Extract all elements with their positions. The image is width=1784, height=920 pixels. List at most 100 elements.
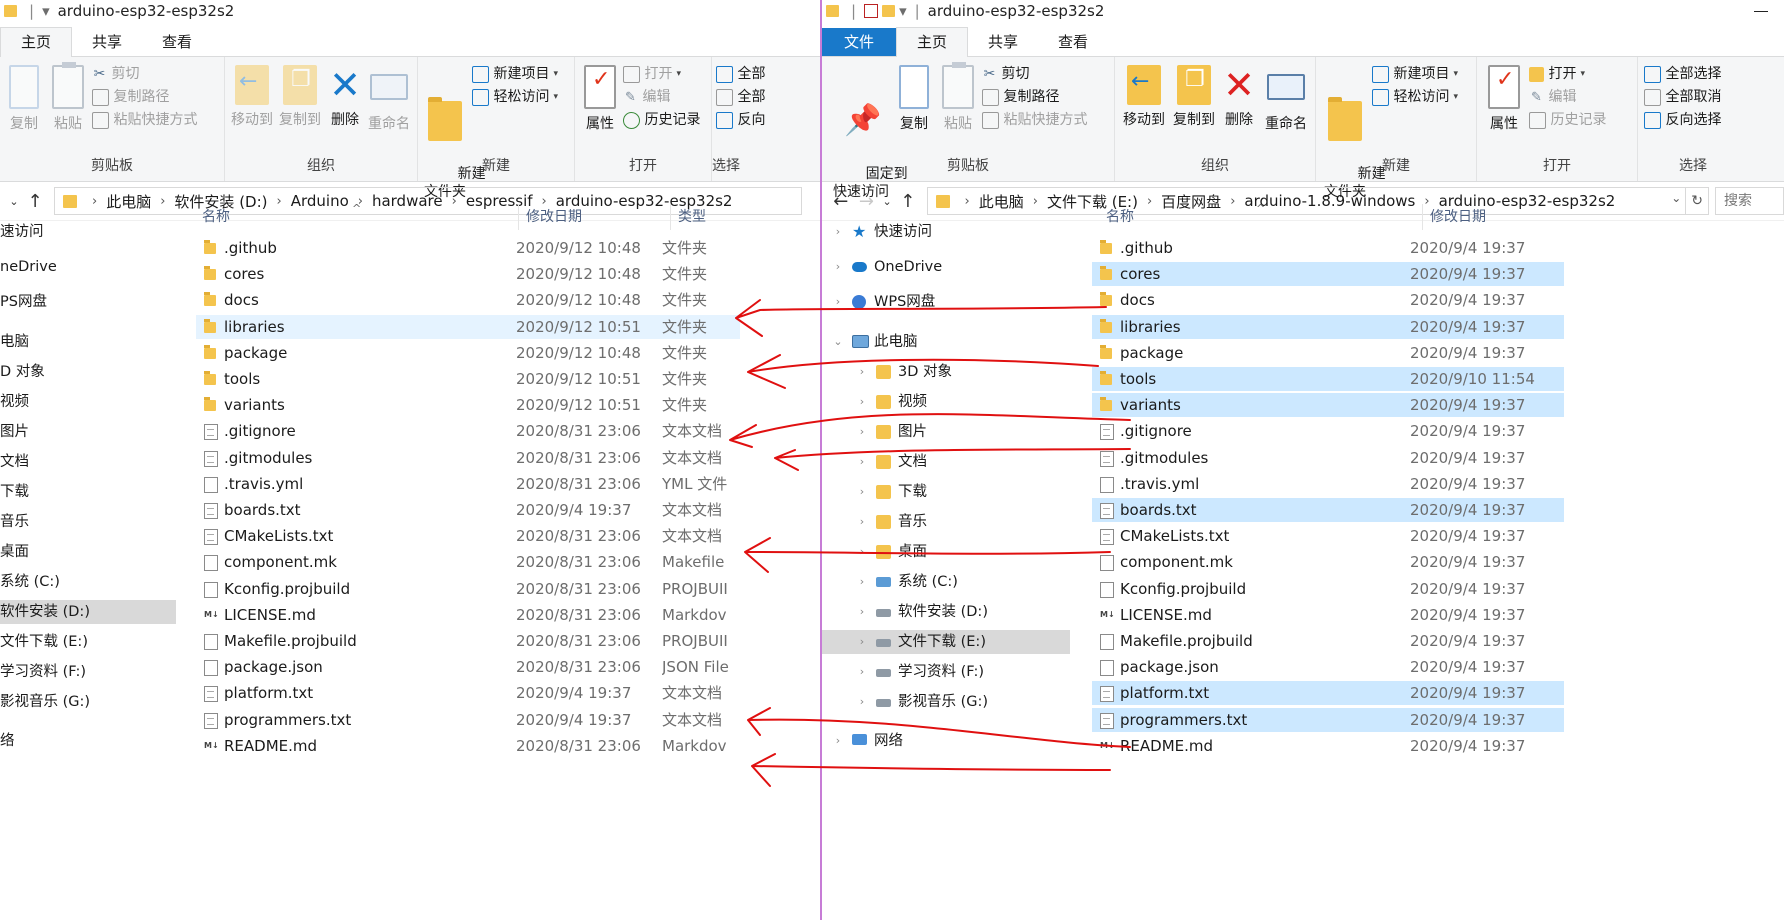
chevron-right-icon[interactable]: › [856,570,868,594]
nav-item[interactable]: › WPS网盘 [822,290,1070,314]
nav-item[interactable]: 系统 (C:) [0,570,176,594]
recent-locations-chevron-icon[interactable]: ⌄ [879,195,895,208]
history-button[interactable]: 历史记录 [623,109,700,131]
nav-item[interactable]: › ★ 快速访问 [822,220,1070,244]
easy-access-button[interactable]: 轻松访问 ▾ [472,86,558,108]
minimize-icon[interactable] [1754,10,1768,12]
nav-item[interactable]: › 视频 [822,390,1070,414]
file-row[interactable]: .gitmodules 2020/9/4 19:37 [1092,446,1564,470]
rename-button[interactable]: 重命名 [1261,65,1311,133]
nav-item[interactable]: › 3D 对象 [822,360,1070,384]
chevron-right-icon[interactable]: › [856,450,868,474]
delete-button[interactable]: ✕ 删除 [327,65,363,129]
move-to-button[interactable]: 移动到 [229,65,275,129]
open-button[interactable]: 打开 ▾ [623,63,681,85]
file-row[interactable]: package 2020/9/4 19:37 [1092,341,1564,365]
file-row[interactable]: tools 2020/9/10 11:54 [1092,367,1564,391]
forward-arrow-icon[interactable]: → [854,191,880,212]
nav-item[interactable]: › 软件安装 (D:) [822,600,1070,624]
nav-item[interactable]: 文件下载 (E:) [0,630,176,654]
file-row[interactable]: package 2020/9/12 10:48 文件夹 [196,341,740,365]
nav-item[interactable]: 影视音乐 (G:) [0,690,176,714]
delete-button[interactable]: ✕ 删除 [1221,65,1257,129]
file-row[interactable]: .travis.yml 2020/8/31 23:06 YML 文件 [196,472,740,496]
nav-item[interactable]: › 文件下载 (E:) [822,630,1070,654]
file-row[interactable]: boards.txt 2020/9/4 19:37 [1092,498,1564,522]
chevron-right-icon[interactable]: › [856,480,868,504]
file-row[interactable]: platform.txt 2020/9/4 19:37 文本文档 [196,681,740,705]
tab-home[interactable]: 主页 [896,27,969,57]
properties-button[interactable]: 属性 [581,65,619,133]
file-row[interactable]: .gitignore 2020/8/31 23:06 文本文档 [196,419,740,443]
chevron-right-icon[interactable]: › [856,630,868,654]
properties-check-icon[interactable] [864,4,879,18]
invert-selection-button[interactable]: 反向 [716,109,765,131]
nav-item[interactable]: 下载 [0,480,176,504]
chevron-right-icon[interactable]: › [856,360,868,384]
nav-item[interactable]: › 下载 [822,480,1070,504]
file-row[interactable]: Makefile.projbuild 2020/8/31 23:06 PROJBUI… [196,629,740,653]
nav-item[interactable]: D 对象 [0,360,176,384]
back-arrow-icon[interactable]: ← [828,191,854,212]
file-row[interactable]: Makefile.projbuild 2020/9/4 19:37 [1092,629,1564,653]
tab-share[interactable]: 共享 [968,28,1038,56]
file-row[interactable]: component.mk 2020/8/31 23:06 Makefile [196,550,740,574]
nav-item[interactable]: › 影视音乐 (G:) [822,690,1070,714]
folder-icon[interactable] [882,5,896,17]
file-row[interactable]: component.mk 2020/9/4 19:37 [1092,550,1564,574]
paste-button[interactable]: 粘贴 [938,62,978,133]
select-none-button[interactable]: 全部取消 [1644,86,1721,108]
column-header-date[interactable]: 修改日期 [520,204,671,230]
select-all-button[interactable]: 全部选择 [1644,63,1721,85]
rename-button[interactable]: 重命名 [365,65,413,133]
nav-item[interactable]: ⌄ 此电脑 [822,330,1070,354]
qat-dropdown-icon[interactable]: ▾ [899,2,907,20]
nav-item[interactable]: › 系统 (C:) [822,570,1070,594]
address-dropdown-icon[interactable]: ⌄ [1671,191,1681,205]
nav-item[interactable]: 图片 [0,420,176,444]
chevron-right-icon[interactable]: › [832,729,844,753]
file-row[interactable]: M↓ README.md 2020/9/4 19:37 [1092,734,1564,758]
nav-item[interactable]: 速访问 [0,220,176,244]
tab-view[interactable]: 查看 [142,28,212,56]
paste-button[interactable]: 粘贴 [48,62,88,133]
file-row[interactable]: cores 2020/9/12 10:48 文件夹 [196,262,740,286]
column-header-type[interactable]: 类型 [672,204,742,230]
qat-dropdown-icon[interactable]: ▾ [42,2,50,20]
nav-item[interactable]: 学习资料 (F:) [0,660,176,684]
file-row[interactable]: platform.txt 2020/9/4 19:37 [1092,681,1564,706]
nav-item[interactable]: 音乐 [0,510,176,534]
file-row[interactable]: M↓ LICENSE.md 2020/9/4 19:37 [1092,603,1564,627]
chevron-right-icon[interactable]: › [832,290,844,314]
paste-shortcut-button[interactable]: 粘贴快捷方式 [982,109,1087,131]
move-to-button[interactable]: 移动到 [1121,65,1167,129]
file-row[interactable]: libraries 2020/9/4 19:37 [1092,314,1564,339]
file-row[interactable]: docs 2020/9/12 10:48 文件夹 [196,288,740,312]
file-row[interactable]: programmers.txt 2020/9/4 19:37 文本文档 [196,708,740,732]
history-button[interactable]: 历史记录 [1529,109,1606,131]
nav-item[interactable]: › 音乐 [822,510,1070,534]
nav-item[interactable]: PS网盘 [0,290,176,314]
edit-button[interactable]: ✎ 编辑 [1529,86,1576,108]
file-row[interactable]: Kconfig.projbuild 2020/9/4 19:37 [1092,577,1564,601]
chevron-right-icon[interactable]: › [856,540,868,564]
nav-item[interactable]: › 桌面 [822,540,1070,564]
recent-locations-chevron-icon[interactable]: ⌄ [6,195,22,208]
chevron-right-icon[interactable]: › [856,660,868,684]
file-row[interactable]: boards.txt 2020/9/4 19:37 文本文档 [196,498,740,522]
nav-item[interactable]: 桌面 [0,540,176,564]
search-input[interactable]: 搜索 [1714,187,1784,215]
nav-item[interactable]: › 网络 [822,729,1070,753]
nav-item[interactable]: › OneDrive [822,255,1070,279]
file-row[interactable]: .gitignore 2020/9/4 19:37 [1092,419,1564,443]
easy-access-button[interactable]: 轻松访问 ▾ [1372,86,1458,108]
chevron-right-icon[interactable]: › [856,420,868,444]
file-row[interactable]: .travis.yml 2020/9/4 19:37 [1092,472,1564,496]
chevron-down-icon[interactable]: ⌄ [832,330,844,354]
column-header-name[interactable]: 名称 ^ [188,202,519,230]
copy-path-button[interactable]: 复制路径 [982,86,1059,108]
select-none-button[interactable]: 全部 [716,86,765,108]
nav-item[interactable]: › 学习资料 (F:) [822,660,1070,684]
file-row[interactable]: CMakeLists.txt 2020/8/31 23:06 文本文档 [196,524,740,548]
file-row[interactable]: programmers.txt 2020/9/4 19:37 [1092,707,1564,732]
